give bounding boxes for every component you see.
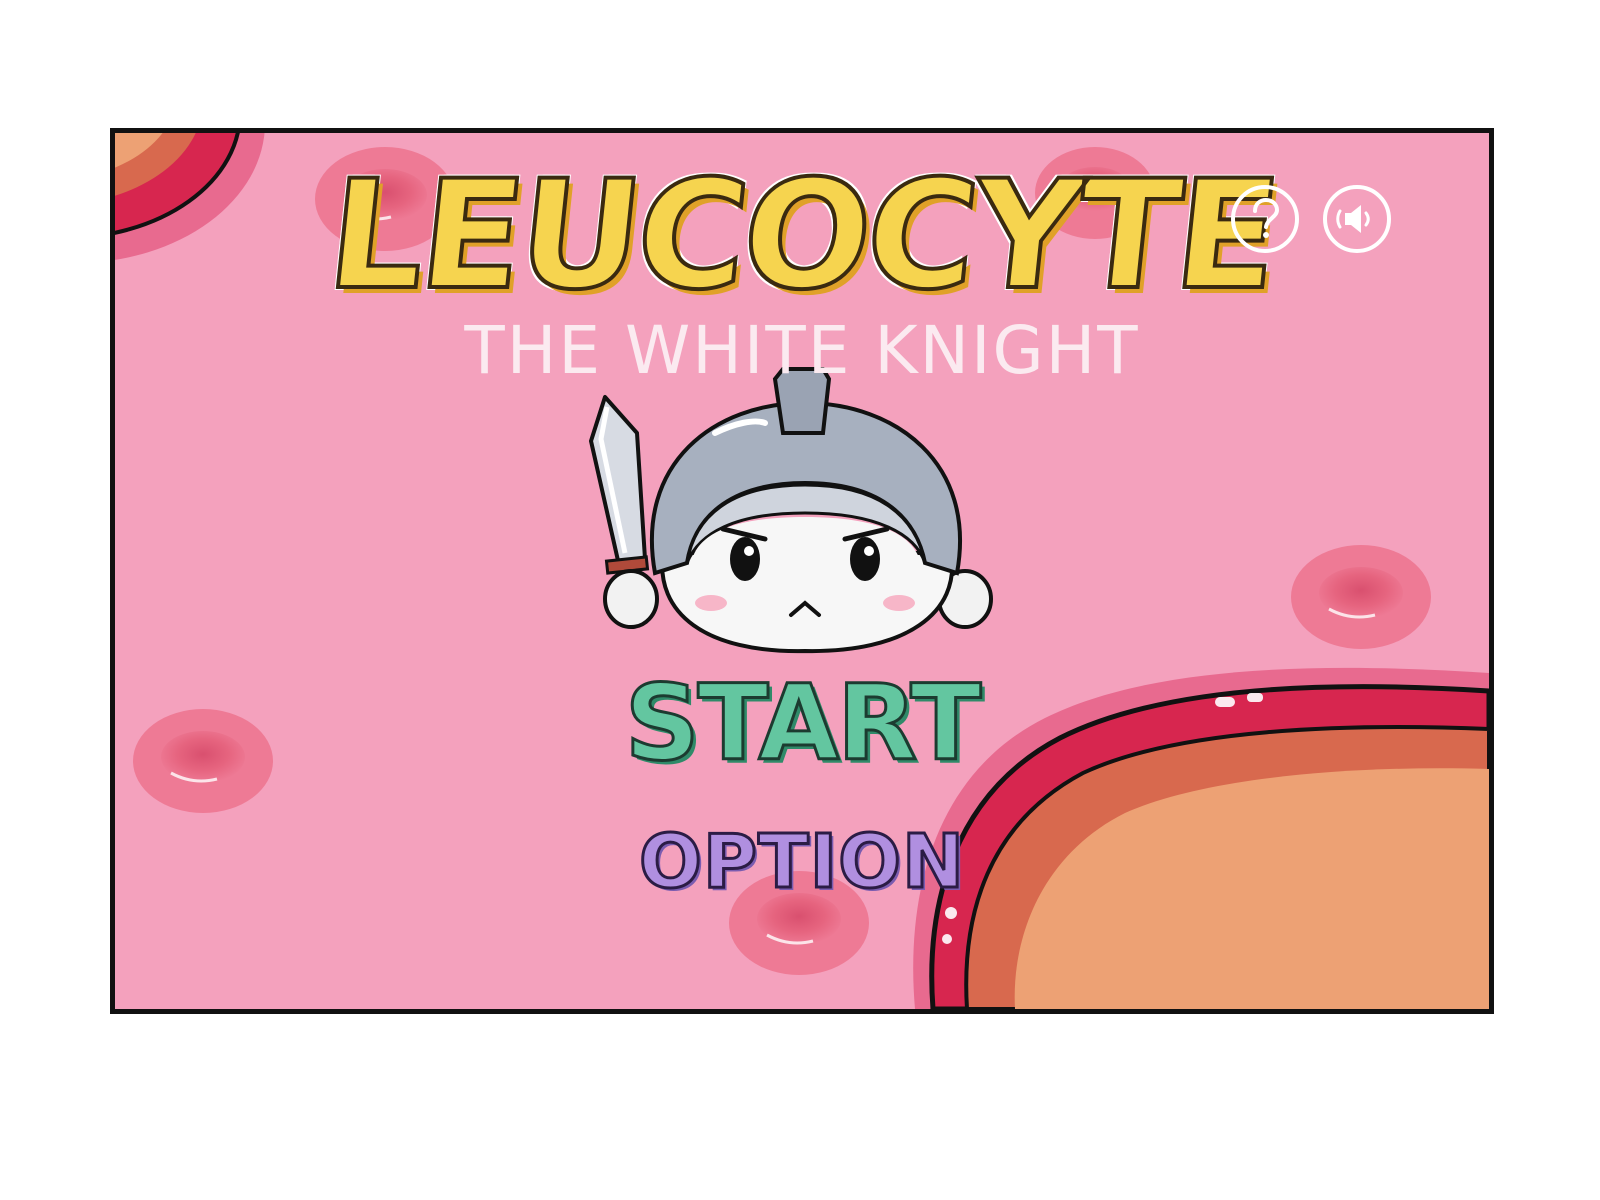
sword-icon [589,395,650,575]
game-subtitle: THE WHITE KNIGHT [464,312,1140,389]
knight-character [589,367,993,654]
speaker-icon [1336,205,1370,233]
game-screen: LEUCOCYTE THE WHITE KNIGHT START OPTION [110,128,1494,1014]
question-mark-icon [1253,197,1280,238]
sound-button[interactable] [1323,185,1391,253]
option-button[interactable]: OPTION [115,818,1489,907]
help-button[interactable] [1231,185,1299,253]
red-blood-cell [1291,545,1431,649]
start-button[interactable]: START [115,662,1489,785]
